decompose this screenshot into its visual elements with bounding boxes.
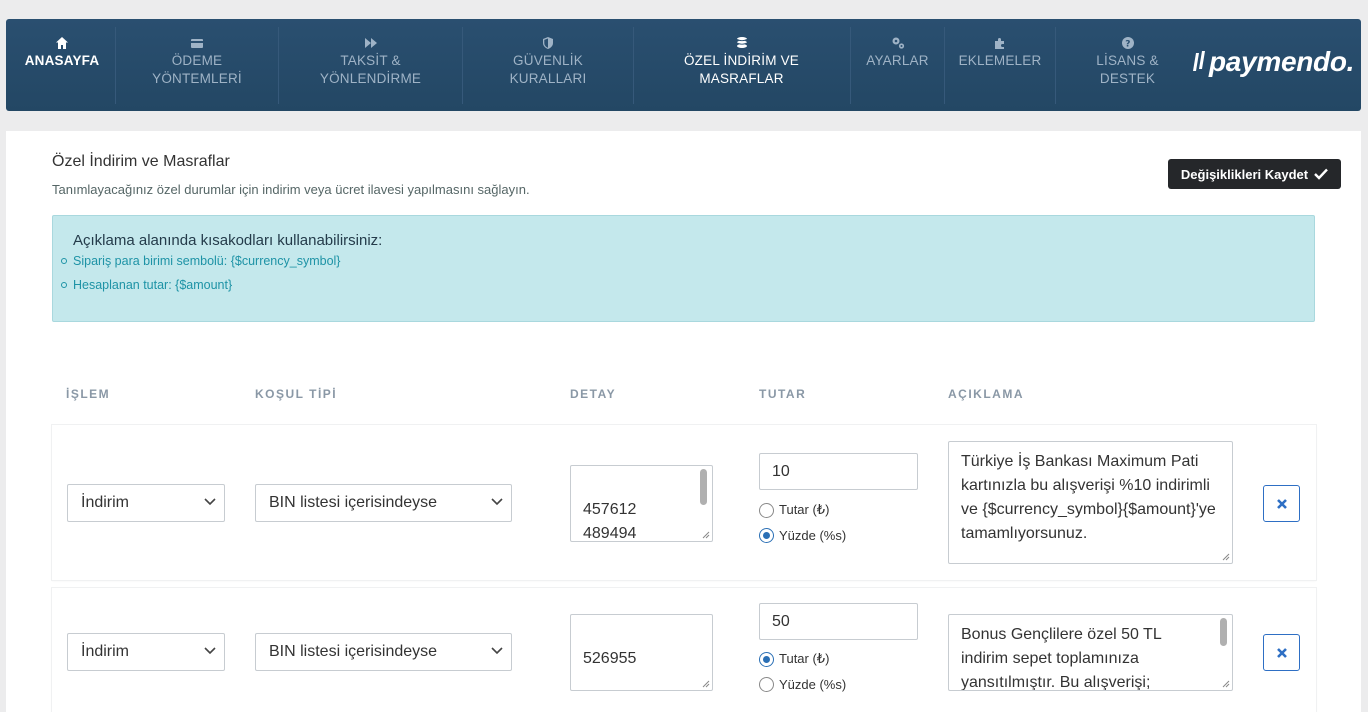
close-icon [1276,498,1287,509]
description-textarea[interactable]: Türkiye İş Bankası Maximum Pati kartınız… [948,441,1233,564]
detail-value: 526955 [583,650,637,667]
check-icon [1314,168,1328,180]
delete-row-button[interactable] [1263,634,1300,671]
page-title: Özel İndirim ve Masraflar [52,153,230,170]
nav-license-support[interactable]: ? LİSANS & DESTEK [1056,19,1199,111]
shortcode-info-box: Açıklama alanında kısakodları kullanabil… [52,215,1315,322]
radio-amount-option[interactable]: Tutar (₺) [759,502,829,518]
condition-value: BIN listesi içerisindeyse [269,643,438,660]
nav-installments-label: TAKSİT & YÖNLENDİRME [319,53,422,86]
nav-security-rules[interactable]: GÜVENLİK KURALLARI [463,19,633,111]
column-header-condition: KOŞUL TİPİ [255,387,338,401]
column-header-amount: TUTAR [759,387,807,401]
nav-installments[interactable]: TAKSİT & YÖNLENDİRME [279,19,462,111]
nav-discounts-label: ÖZEL İNDİRİM VE MASRAFLAR [683,53,799,86]
paymendo-logo[interactable]: paymendo. [1193,46,1354,78]
chevron-down-icon [491,647,503,655]
detail-textarea[interactable]: 526955 [570,614,713,691]
info-item-text: Hesaplanan tutar: {$amount} [73,278,233,292]
radio-button[interactable] [759,677,774,692]
logo-text: paymendo. [1209,46,1355,77]
amount-input[interactable]: 50 [759,603,918,640]
close-icon [1276,647,1287,658]
radio-percent-label: Yüzde (%s) [779,528,847,543]
table-row: İndirim BIN listesi içerisindeyse 526955… [52,588,1316,712]
bullet-icon [61,282,67,288]
radio-percent-label: Yüzde (%s) [779,677,847,692]
radio-amount-label: Tutar (₺) [779,502,830,517]
operation-select[interactable]: İndirim [67,633,225,671]
resize-grip-icon[interactable] [1220,551,1230,561]
shield-icon [543,37,553,49]
resize-grip-icon[interactable] [1220,678,1230,688]
scrollbar[interactable] [1220,618,1227,646]
svg-text:?: ? [1125,40,1130,50]
radio-button-selected[interactable] [759,651,774,667]
nav-addons[interactable]: EKLEMELER [945,19,1055,111]
coins-icon [736,37,747,48]
radio-button-selected[interactable] [759,528,774,543]
paymendo-logo-icon [1193,51,1205,71]
nav-home[interactable]: ANASAYFA [6,19,118,111]
condition-select[interactable]: BIN listesi içerisindeyse [255,484,512,522]
radio-button[interactable] [759,502,774,518]
resize-grip-icon[interactable] [700,529,710,539]
gears-icon [892,37,904,49]
operation-value: İndirim [81,494,130,511]
delete-row-button[interactable] [1263,485,1300,522]
amount-value: 50 [772,612,790,630]
description-textarea[interactable]: Bonus Gençlilere özel 50 TL indirim sepe… [948,614,1233,691]
amount-value: 10 [772,462,790,480]
radio-percent-option[interactable]: Yüzde (%s) [759,677,846,692]
bullet-icon [61,258,67,264]
fast-forward-icon [364,38,377,48]
save-changes-button[interactable]: Değişiklikleri Kaydet [1168,159,1341,189]
description-value: Bonus Gençlilere özel 50 TL indirim sepe… [961,626,1162,691]
save-changes-label: Değişiklikleri Kaydet [1180,166,1309,182]
credit-card-icon [191,39,203,48]
puzzle-icon [995,38,1004,49]
nav-license-support-label: LİSANS & DESTEK [1096,53,1159,86]
info-item-text: Sipariş para birimi sembolü: {$currency_… [73,254,341,268]
info-item: Sipariş para birimi sembolü: {$currency_… [61,254,340,268]
chevron-down-icon [204,647,216,655]
description-value: Türkiye İş Bankası Maximum Pati kartınız… [961,453,1216,542]
chevron-down-icon [491,498,503,506]
detail-value: 457612 489494 552608 [583,501,637,542]
info-item: Hesaplanan tutar: {$amount} [61,278,232,292]
nav-payment-methods[interactable]: ÖDEME YÖNTEMLERİ [117,19,277,111]
main-panel: Özel İndirim ve Masraflar Tanımlayacağın… [6,131,1361,712]
resize-grip-icon[interactable] [700,678,710,688]
amount-input[interactable]: 10 [759,453,918,490]
nav-addons-label: EKLEMELER [958,53,1042,68]
nav-security-rules-label: GÜVENLİK KURALLARI [509,53,587,86]
detail-textarea[interactable]: 457612 489494 552608 [570,465,713,542]
nav-payment-methods-label: ÖDEME YÖNTEMLERİ [152,53,242,86]
nav-settings-label: AYARLAR [866,53,929,68]
top-navigation: ANASAYFA ÖDEME YÖNTEMLERİ TAKSİT & YÖNLE… [6,19,1361,111]
radio-percent-option[interactable]: Yüzde (%s) [759,528,846,543]
nav-settings[interactable]: AYARLAR [851,19,944,111]
scrollbar[interactable] [700,469,707,505]
nav-home-label: ANASAYFA [24,53,100,68]
column-header-operation: İŞLEM [66,387,111,401]
operation-value: İndirim [81,643,130,660]
nav-discounts[interactable]: ÖZEL İNDİRİM VE MASRAFLAR [634,19,849,111]
nav-divider [115,27,116,104]
condition-value: BIN listesi içerisindeyse [269,494,438,511]
radio-amount-label: Tutar (₺) [779,651,830,666]
home-icon [56,37,68,49]
condition-select[interactable]: BIN listesi içerisindeyse [255,633,512,671]
column-header-detail: DETAY [570,387,617,401]
column-header-description: AÇIKLAMA [948,387,1024,401]
page-subtitle: Tanımlayacağınız özel durumlar için indi… [52,182,530,197]
chevron-down-icon [204,498,216,506]
operation-select[interactable]: İndirim [67,484,225,522]
question-circle-icon: ? [1121,37,1134,50]
info-title: Açıklama alanında kısakodları kullanabil… [73,232,383,249]
table-row: İndirim BIN listesi içerisindeyse 457612… [52,425,1316,580]
radio-amount-option[interactable]: Tutar (₺) [759,651,829,667]
